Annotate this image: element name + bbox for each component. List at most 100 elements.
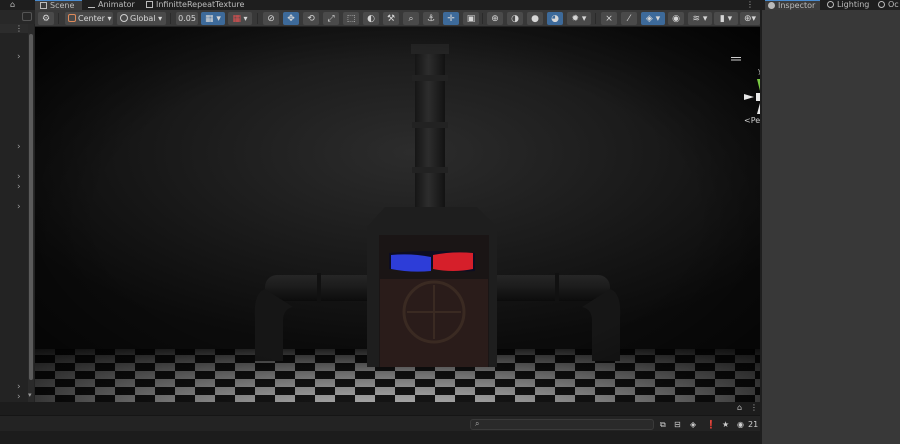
- orientation-menu-icon[interactable]: [731, 57, 741, 63]
- crosshair-icon: ✛: [447, 14, 455, 24]
- grid-snap-button[interactable]: ▦ ▾: [201, 12, 225, 25]
- tab-texture[interactable]: InfinitteRepeatTexture: [146, 0, 244, 10]
- tab-lighting-label: Lighting: [837, 0, 870, 9]
- bulb-icon: [827, 1, 834, 8]
- snap-icon: ▦: [232, 14, 241, 24]
- scale-tool-button[interactable]: ⤢: [323, 12, 339, 25]
- lighting-toggle-button[interactable]: ✹ ▾: [567, 12, 591, 25]
- clear-icon[interactable]: ⊟: [674, 419, 681, 430]
- camera-settings-button[interactable]: ▮ ▾: [714, 12, 738, 25]
- transform-icon: ◐: [367, 14, 375, 24]
- console-toolbar: ⌕ ⧉ ⊟ ◈ ❗ ★ ◉ 21: [0, 415, 760, 431]
- eye-icon[interactable]: ◉: [737, 419, 744, 430]
- eye-icon: ◉: [672, 14, 680, 24]
- search-icon[interactable]: [22, 12, 32, 21]
- more-options-icon[interactable]: ⋮: [750, 403, 758, 412]
- rotate-icon: ⟲: [307, 14, 315, 24]
- layers-tool-button[interactable]: ▣: [463, 12, 479, 25]
- hierarchy-scroll-thumb[interactable]: [29, 34, 33, 380]
- rect-tool-button[interactable]: ⬚: [343, 12, 359, 25]
- shaded-wireframe-button[interactable]: ◑: [507, 12, 523, 25]
- info-icon: [768, 2, 775, 9]
- gear-icon: ⚙: [41, 14, 51, 24]
- scene-render[interactable]: [35, 27, 760, 402]
- scroll-down-icon[interactable]: ▾: [28, 391, 32, 400]
- console-panel: ⌂ ⋮ ⌕ ⧉ ⊟ ◈ ❗ ★ ◉ 21: [0, 402, 760, 444]
- expand-chevron-icon[interactable]: ›: [17, 383, 21, 392]
- warning-icon[interactable]: ❗: [706, 419, 716, 430]
- more-options-icon[interactable]: ⋮: [746, 0, 754, 9]
- component-tool-button[interactable]: ✛: [443, 12, 459, 25]
- search-icon: ⌕: [408, 14, 414, 24]
- layer-visibility-button[interactable]: ≋ ▾: [688, 12, 712, 25]
- pivot-dropdown[interactable]: Center ▾: [65, 12, 113, 25]
- expand-chevron-icon[interactable]: ›: [17, 393, 21, 402]
- fx-icon: ⁄: [628, 14, 630, 24]
- hierarchy-selected-row[interactable]: [0, 24, 28, 33]
- vignette: [35, 27, 760, 402]
- tab-inspector[interactable]: Inspector: [765, 0, 820, 10]
- visibility-toggle-button[interactable]: ◉: [668, 12, 684, 25]
- more-options-icon[interactable]: ⋮: [15, 24, 23, 33]
- custom-tool-icon: ⚒: [386, 14, 396, 24]
- expand-chevron-icon[interactable]: ›: [17, 173, 21, 182]
- wireframe-icon: ⊕: [491, 14, 499, 24]
- inspector-panel: [760, 10, 900, 444]
- tab-occlusion-label: Oc: [888, 0, 899, 9]
- sphere-icon: ●: [531, 14, 539, 24]
- unlit-button[interactable]: ●: [527, 12, 543, 25]
- sun-icon: ✹ ▾: [571, 14, 587, 24]
- rotate-tool-button[interactable]: ⟲: [303, 12, 319, 25]
- divider: [170, 13, 171, 24]
- move-tool-button[interactable]: ✥: [283, 12, 299, 25]
- divider: [595, 13, 596, 24]
- occlusion-icon: [878, 1, 885, 8]
- tab-lighting[interactable]: Lighting: [827, 0, 869, 10]
- neg-x-axis-cone[interactable]: [744, 94, 754, 100]
- scene-viewport[interactable]: y x 🔒 <Persp: [35, 27, 760, 402]
- transform-tool-button[interactable]: ◐: [363, 12, 379, 25]
- effects-toggle-button[interactable]: ⁄: [621, 12, 637, 25]
- star-icon[interactable]: ★: [722, 419, 729, 430]
- collapse-icon[interactable]: ⧉: [660, 419, 666, 430]
- tab-occlusion[interactable]: Oc: [878, 0, 899, 10]
- tag-icon[interactable]: ◈: [690, 419, 696, 430]
- anchor-tool-button[interactable]: ⚓: [423, 12, 439, 25]
- expand-chevron-icon[interactable]: ›: [17, 53, 21, 62]
- search-tool-button[interactable]: ⌕: [403, 12, 419, 25]
- scale-icon: ⤢: [327, 14, 335, 24]
- tab-inspector-label: Inspector: [778, 1, 816, 10]
- space-dropdown[interactable]: Global ▾: [117, 12, 166, 25]
- pivot-icon: [68, 14, 76, 22]
- expand-chevron-icon[interactable]: ›: [17, 183, 21, 192]
- snap-increment-field[interactable]: 0.05: [176, 12, 198, 25]
- audio-toggle-button[interactable]: ⨯: [601, 12, 617, 25]
- gizmos-button[interactable]: ⊕▾: [740, 12, 760, 25]
- snap-settings-button[interactable]: ▦ ▾: [228, 12, 252, 25]
- scene-view-menu-button[interactable]: ⚙: [38, 12, 54, 25]
- tab-animator[interactable]: Animator: [88, 0, 135, 10]
- lock-icon[interactable]: ⌂: [737, 403, 742, 412]
- expand-chevron-icon[interactable]: ›: [17, 143, 21, 152]
- view-tool-button[interactable]: ⊘: [263, 12, 279, 25]
- wireframe-button[interactable]: ⊕: [487, 12, 503, 25]
- tab-scene[interactable]: Scene: [35, 0, 82, 10]
- shaded-wire-icon: ◑: [511, 14, 519, 24]
- custom-tool-button[interactable]: ⚒: [383, 12, 399, 25]
- scene-visibility-button[interactable]: ◈ ▾: [641, 12, 665, 25]
- perspective-toggle[interactable]: <Persp: [744, 116, 760, 125]
- search-icon: ⌕: [475, 419, 480, 428]
- layers-icon: ◈ ▾: [645, 14, 661, 24]
- tab-scene-label: Scene: [50, 1, 75, 10]
- shaded-button[interactable]: ◕: [547, 12, 563, 25]
- space-label: Global: [130, 14, 156, 23]
- mute-icon: ⨯: [605, 14, 613, 24]
- status-bar: [0, 432, 760, 444]
- divider: [58, 13, 59, 24]
- console-search-input[interactable]: ⌕: [470, 419, 654, 430]
- expand-chevron-icon[interactable]: ›: [17, 203, 21, 212]
- tab-animator-label: Animator: [98, 0, 135, 9]
- tab-texture-label: InfinitteRepeatTexture: [156, 0, 245, 9]
- lock-icon[interactable]: ⌂: [10, 0, 15, 9]
- hierarchy-header: [0, 10, 35, 24]
